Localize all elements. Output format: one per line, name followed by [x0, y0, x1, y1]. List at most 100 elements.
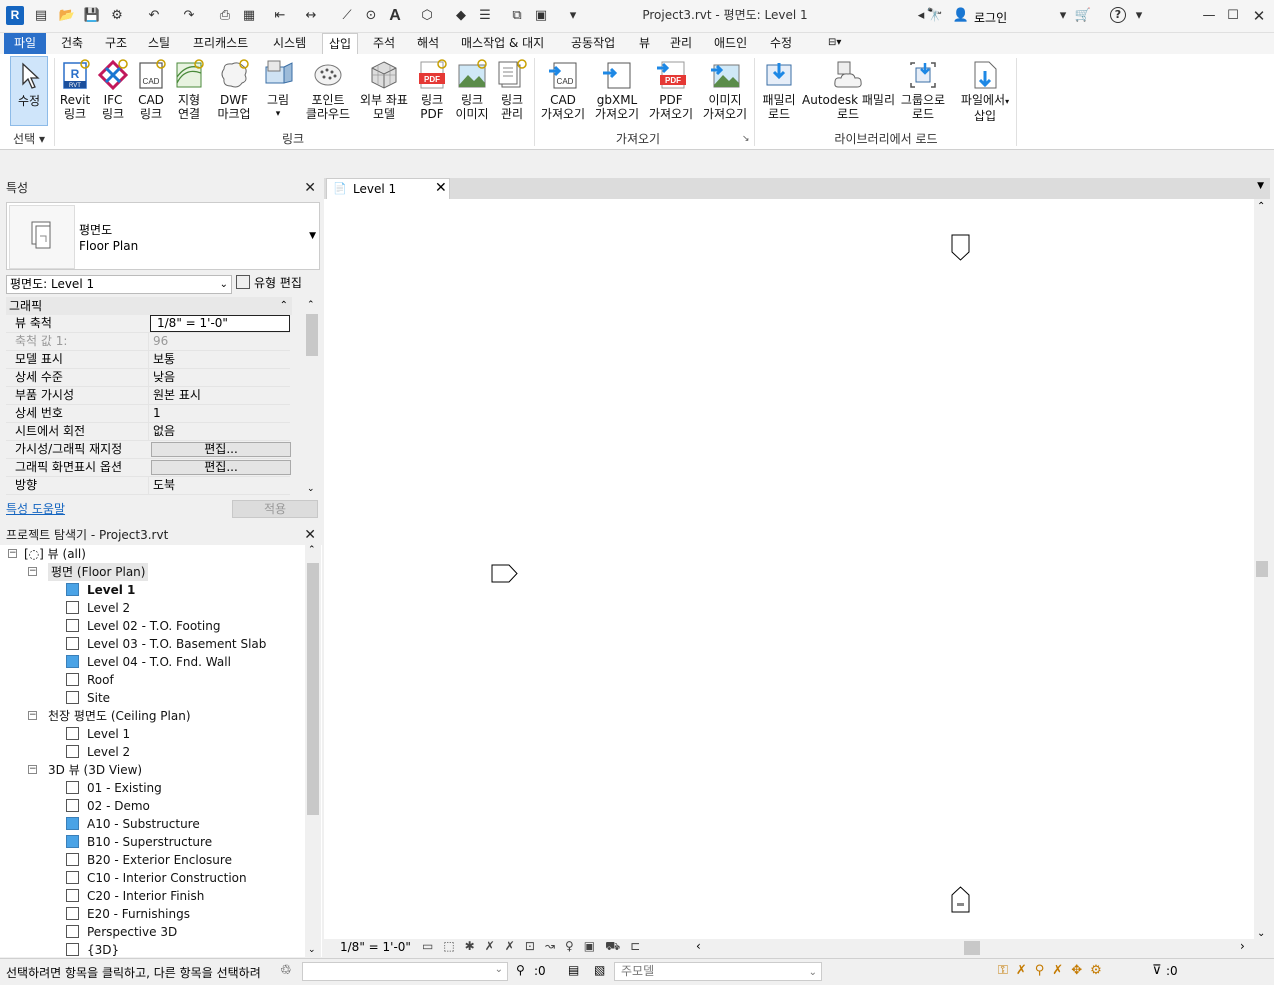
cart-icon[interactable]: 🛒 — [1074, 7, 1092, 25]
edit-button[interactable]: 편집... — [151, 460, 291, 475]
tab-massing-site[interactable]: 매스작업 & 대지 — [455, 33, 550, 54]
scroll-thumb[interactable] — [306, 314, 318, 356]
decal-dropdown-icon[interactable]: ▾ — [258, 107, 298, 121]
section-icon[interactable]: ◆ — [452, 7, 470, 25]
tag-by-category-icon[interactable]: ⊙ — [362, 7, 380, 25]
point-cloud-button[interactable]: 포인트 클라우드 — [304, 56, 352, 128]
switch-windows-icon[interactable]: ▣ — [532, 7, 550, 25]
tab-list-icon[interactable]: ▼ — [1257, 181, 1264, 191]
dwf-markup-button[interactable]: DWF 마크업 — [212, 56, 256, 128]
insert-file-dropdown-icon[interactable]: ▾ — [1005, 97, 1009, 106]
tree-group[interactable]: 평면 (Floor Plan) — [48, 563, 149, 581]
type-selector[interactable]: 평면도 Floor Plan ▼ — [6, 202, 320, 270]
tree-item[interactable]: Roof — [66, 671, 114, 689]
tree-item[interactable]: A10 - Substructure — [66, 815, 200, 833]
properties-scrollbar[interactable]: ⌃ ⌄ — [304, 300, 320, 496]
chevron-down-icon[interactable]: ▼ — [309, 231, 316, 241]
tree-root[interactable]: [◌] 뷰 (all) — [24, 545, 86, 563]
scroll-down-icon[interactable]: ⌄ — [307, 484, 315, 494]
tree-group[interactable]: 천장 평면도 (Ceiling Plan) — [48, 707, 191, 725]
scroll-down-icon[interactable]: ⌄ — [308, 945, 316, 955]
workset-icon[interactable]: ♲ — [280, 963, 292, 978]
tab-modify[interactable]: 수정 — [764, 33, 798, 54]
close-icon[interactable]: ✕ — [304, 178, 316, 198]
hscroll-thumb[interactable] — [964, 941, 980, 955]
user-icon[interactable]: 👤 — [952, 7, 970, 25]
scroll-up-icon[interactable]: ⌃ — [1257, 201, 1265, 212]
property-row[interactable]: 축척 값 1: 96 — [6, 333, 290, 351]
tree-item[interactable]: Perspective 3D — [66, 923, 177, 941]
tree-item[interactable]: Site — [66, 689, 110, 707]
home-icon[interactable]: ▤ — [32, 7, 50, 25]
import-gbxml-button[interactable]: gbXML 가져오기 — [592, 56, 642, 128]
property-row[interactable]: 방향 도북 — [6, 477, 290, 495]
tree-item[interactable]: Level 04 - T.O. Fnd. Wall — [66, 653, 231, 671]
tab-annotate[interactable]: 주석 — [367, 33, 401, 54]
search-binoculars-icon[interactable]: 🔭 — [926, 7, 944, 25]
close-hidden-icon[interactable]: ⧉ — [508, 7, 526, 25]
property-value[interactable]: 보통 — [148, 351, 290, 368]
tag-icon[interactable]: ⟋ — [338, 7, 356, 25]
north-elevation-marker[interactable] — [951, 234, 970, 261]
modify-button[interactable]: 수정 — [10, 56, 48, 126]
3d-view-icon[interactable]: ⬡ — [418, 7, 436, 25]
tab-structure[interactable]: 구조 — [99, 33, 133, 54]
text-icon[interactable]: A — [386, 7, 404, 25]
property-row[interactable]: 시트에서 회전 없음 — [6, 423, 290, 441]
measure-icon[interactable]: ⇤ — [271, 7, 289, 25]
selection-toggle-icons[interactable]: ⚿✗⚲✗✥⚙ — [998, 963, 1110, 978]
tree-item[interactable]: 01 - Existing — [66, 779, 162, 797]
import-cad-button[interactable]: CAD CAD 가져오기 — [538, 56, 588, 128]
tree-item[interactable]: Level 02 - T.O. Footing — [66, 617, 220, 635]
tree-item[interactable]: {3D} — [66, 941, 119, 957]
workset-dropdown[interactable]: ⌄ — [302, 962, 508, 981]
design-option-dropdown[interactable]: 주모델 ⌄ — [614, 962, 822, 981]
tab-systems[interactable]: 시스템 — [267, 33, 312, 54]
property-row[interactable]: 가시성/그래픽 재지정 편집... — [6, 441, 291, 459]
select-group-label[interactable]: 선택 ▾ — [4, 130, 54, 147]
edit-type-button[interactable]: 유형 편집 — [236, 274, 316, 294]
tree-item[interactable]: Level 1 — [66, 581, 135, 599]
edit-button[interactable]: 편집... — [151, 442, 291, 457]
collapse-icon[interactable]: − — [28, 765, 37, 774]
customize-qat-icon[interactable]: ▾ — [564, 7, 582, 25]
view-instance-selector[interactable]: 평면도: Level 1 ⌄ — [6, 275, 232, 294]
exclude-options-icon[interactable]: ▧ — [594, 963, 605, 977]
tree-item[interactable]: C10 - Interior Construction — [66, 869, 247, 887]
tab-precast[interactable]: 프리캐스트 — [187, 33, 254, 54]
scroll-down-icon[interactable]: ⌄ — [1257, 928, 1265, 939]
load-autodesk-family-button[interactable]: Autodesk 패밀리 로드 — [802, 56, 895, 128]
properties-section-header[interactable]: 그래픽 ⌃ — [6, 297, 292, 315]
drawing-canvas[interactable] — [324, 199, 1254, 939]
redo-icon[interactable]: ↷ — [180, 7, 198, 25]
ribbon-minimize-icon[interactable]: ⊟▾ — [822, 33, 847, 54]
tree-item[interactable]: Level 2 — [66, 599, 130, 617]
tree-item[interactable]: B20 - Exterior Enclosure — [66, 851, 232, 869]
property-row[interactable]: 뷰 축척 1/8" = 1'-0" — [6, 315, 290, 333]
topography-link-button[interactable]: 지형 연결 — [170, 56, 208, 128]
scroll-thumb[interactable] — [307, 563, 319, 815]
properties-help-link[interactable]: 특성 도움말 — [6, 500, 65, 517]
design-options-icon[interactable]: ▤ — [568, 963, 579, 977]
tab-addins[interactable]: 애드인 — [708, 33, 753, 54]
property-row[interactable]: 모델 표시 보통 — [6, 351, 290, 369]
help-dropdown-icon[interactable]: ▾ — [1130, 7, 1148, 25]
save-icon[interactable]: 💾 — [83, 7, 101, 25]
tab-architecture[interactable]: 건축 — [55, 33, 89, 54]
tree-item[interactable]: Level 2 — [66, 743, 130, 761]
dimension-icon[interactable]: ↔ — [302, 7, 320, 25]
login-link[interactable]: 로그인 — [974, 9, 1007, 26]
property-row[interactable]: 그래픽 화면표시 옵션 편집... — [6, 459, 291, 477]
tab-insert[interactable]: 삽입 — [322, 33, 359, 54]
tab-collaborate[interactable]: 공동작업 — [565, 33, 621, 54]
tree-item[interactable]: B10 - Superstructure — [66, 833, 212, 851]
insert-from-file-button[interactable]: 파일에서▾ 삽입 — [956, 56, 1014, 128]
close-icon[interactable]: ✕ — [304, 525, 316, 545]
collapse-icon[interactable]: − — [28, 711, 37, 720]
west-elevation-marker[interactable] — [491, 564, 518, 583]
property-value[interactable]: 1 — [148, 405, 290, 422]
link-image-button[interactable]: 링크 이미지 — [452, 56, 492, 128]
tab-view[interactable]: 뷰 — [633, 33, 656, 54]
browser-scrollbar[interactable]: ⌃ ⌄ — [305, 545, 321, 957]
chevron-down-icon[interactable]: ▾ — [1054, 7, 1072, 25]
